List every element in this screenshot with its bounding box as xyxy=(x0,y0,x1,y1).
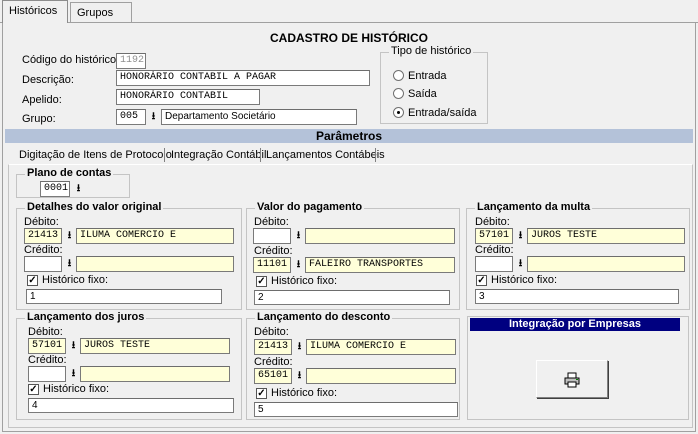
valor-original-debito-name[interactable]: ILUMA COMERCIO E xyxy=(76,228,234,244)
apelido-label: Apelido: xyxy=(22,94,62,106)
credito-label: Crédito: xyxy=(254,356,293,368)
juros-credito-name[interactable] xyxy=(80,366,230,382)
form-title: CADASTRO DE HISTÓRICO xyxy=(269,31,428,45)
apelido-field[interactable]: HONORÁRIO CONTABIL xyxy=(116,89,260,105)
desconto-credito-lookup-icon[interactable]: ⭳ xyxy=(293,369,306,383)
integracao-title: Integração por Empresas xyxy=(470,318,680,331)
grupo-name-field[interactable]: Departamento Societário xyxy=(161,109,357,125)
desconto-credito-name[interactable] xyxy=(306,368,456,384)
historico-fixo-label: Histórico fixo: xyxy=(491,274,558,286)
juros-title: Lançamento dos juros xyxy=(25,311,147,323)
pagamento-debito-lookup-icon[interactable]: ⭳ xyxy=(292,229,305,243)
pagamento-hist-field[interactable]: 2 xyxy=(254,290,450,305)
plano-title: Plano de contas xyxy=(25,167,114,179)
debito-label: Débito: xyxy=(254,326,289,338)
multa-debito-lookup-icon[interactable]: ⭳ xyxy=(514,229,527,243)
grupo-lookup-icon[interactable]: ⭳ xyxy=(147,110,160,124)
desconto-title: Lançamento do desconto xyxy=(255,311,393,323)
codigo-label: Código do histórico: xyxy=(22,54,120,66)
pagamento-title: Valor do pagamento xyxy=(255,201,365,213)
multa-debito-code[interactable]: 57101 xyxy=(475,228,513,244)
pagamento-credito-lookup-icon[interactable]: ⭳ xyxy=(292,258,305,272)
historico-fixo-label: Histórico fixo: xyxy=(42,274,109,286)
historico-fixo-label: Histórico fixo: xyxy=(43,383,110,395)
multa-title: Lançamento da multa xyxy=(475,201,593,213)
subtab-integracao[interactable]: Integração Contábil xyxy=(171,146,266,164)
juros-hist-field[interactable]: 4 xyxy=(28,398,234,413)
tab-historicos[interactable]: Históricos xyxy=(2,0,68,23)
juros-credito-lookup-icon[interactable]: ⭳ xyxy=(67,367,80,381)
debito-label: Débito: xyxy=(24,216,59,228)
plano-field[interactable]: 0001 xyxy=(40,181,70,197)
credito-label: Crédito: xyxy=(254,245,293,257)
subtab-separator xyxy=(164,148,165,162)
desconto-debito-lookup-icon[interactable]: ⭳ xyxy=(293,340,306,354)
pagamento-hist-checkbox[interactable]: ✓ xyxy=(256,276,267,287)
subtab-separator xyxy=(375,148,376,162)
pagamento-debito-name[interactable] xyxy=(305,228,455,244)
desconto-credito-code[interactable]: 65101 xyxy=(254,368,292,384)
printer-icon xyxy=(564,372,580,388)
tab-grupos[interactable]: Grupos xyxy=(70,2,132,22)
subtab-digitacao[interactable]: Digitação de Itens de Protocolo xyxy=(19,146,172,164)
debito-label: Débito: xyxy=(28,326,63,338)
parametros-bar: Parâmetros xyxy=(5,129,693,143)
valor-original-credito-code[interactable] xyxy=(24,256,62,272)
juros-debito-code[interactable]: 57101 xyxy=(28,338,66,354)
valor-original-credito-name[interactable] xyxy=(76,256,234,272)
plano-lookup-icon[interactable]: ⭳ xyxy=(72,182,85,196)
valor-original-debito-lookup-icon[interactable]: ⭳ xyxy=(63,229,76,243)
credito-label: Crédito: xyxy=(28,354,67,366)
tab-grupos-label: Grupos xyxy=(77,7,114,19)
radio-saida[interactable] xyxy=(393,88,404,99)
grupo-code-field[interactable]: 005 xyxy=(116,109,146,125)
pagamento-credito-code[interactable]: 11101 xyxy=(253,257,291,273)
debito-label: Débito: xyxy=(475,216,510,228)
radio-entrada-saida-label: Entrada/saída xyxy=(408,107,477,119)
tipo-historico-title: Tipo de histórico xyxy=(389,45,474,57)
desconto-debito-name[interactable]: ILUMA COMERCIO E xyxy=(306,339,456,355)
multa-debito-name[interactable]: JUROS TESTE xyxy=(527,228,685,244)
historico-fixo-label: Histórico fixo: xyxy=(271,387,338,399)
juros-hist-checkbox[interactable]: ✓ xyxy=(28,384,39,395)
radio-entrada[interactable] xyxy=(393,70,404,81)
debito-label: Débito: xyxy=(254,216,289,228)
juros-credito-code[interactable] xyxy=(28,366,66,382)
juros-debito-name[interactable]: JUROS TESTE xyxy=(80,338,230,354)
credito-label: Crédito: xyxy=(475,244,514,256)
integracao-button[interactable] xyxy=(536,360,608,398)
descricao-label: Descrição: xyxy=(22,74,74,86)
desconto-hist-field[interactable]: 5 xyxy=(254,402,458,417)
historico-fixo-label: Histórico fixo: xyxy=(271,275,338,287)
valor-original-title: Detalhes do valor original xyxy=(25,201,164,213)
radio-saida-label: Saída xyxy=(408,88,437,100)
valor-original-credito-lookup-icon[interactable]: ⭳ xyxy=(63,257,76,271)
radio-entrada-saida[interactable] xyxy=(393,107,404,118)
juros-debito-lookup-icon[interactable]: ⭳ xyxy=(67,339,80,353)
multa-credito-lookup-icon[interactable]: ⭳ xyxy=(514,257,527,271)
tab-historicos-label: Históricos xyxy=(9,5,58,17)
multa-hist-field[interactable]: 3 xyxy=(475,289,679,304)
valor-original-hist-checkbox[interactable]: ✓ xyxy=(27,275,38,286)
subtab-separator xyxy=(260,148,261,162)
desconto-hist-checkbox[interactable]: ✓ xyxy=(256,388,267,399)
valor-original-hist-field[interactable]: 1 xyxy=(26,289,222,304)
multa-credito-name[interactable] xyxy=(527,256,685,272)
grupo-label: Grupo: xyxy=(22,113,56,125)
multa-hist-checkbox[interactable]: ✓ xyxy=(476,275,487,286)
credito-label: Crédito: xyxy=(24,244,63,256)
codigo-field[interactable]: 1192 xyxy=(116,53,146,69)
valor-original-debito-code[interactable]: 21413 xyxy=(24,228,62,244)
pagamento-debito-code[interactable] xyxy=(253,228,291,244)
radio-entrada-label: Entrada xyxy=(408,70,447,82)
pagamento-credito-name[interactable]: FALEIRO TRANSPORTES xyxy=(305,257,455,273)
desconto-debito-code[interactable]: 21413 xyxy=(254,339,292,355)
multa-credito-code[interactable] xyxy=(475,256,513,272)
subtab-lancamentos[interactable]: Lançamentos Contábeis xyxy=(266,146,385,164)
descricao-field[interactable]: HONORÁRIO CONTABIL A PAGAR xyxy=(116,70,370,86)
